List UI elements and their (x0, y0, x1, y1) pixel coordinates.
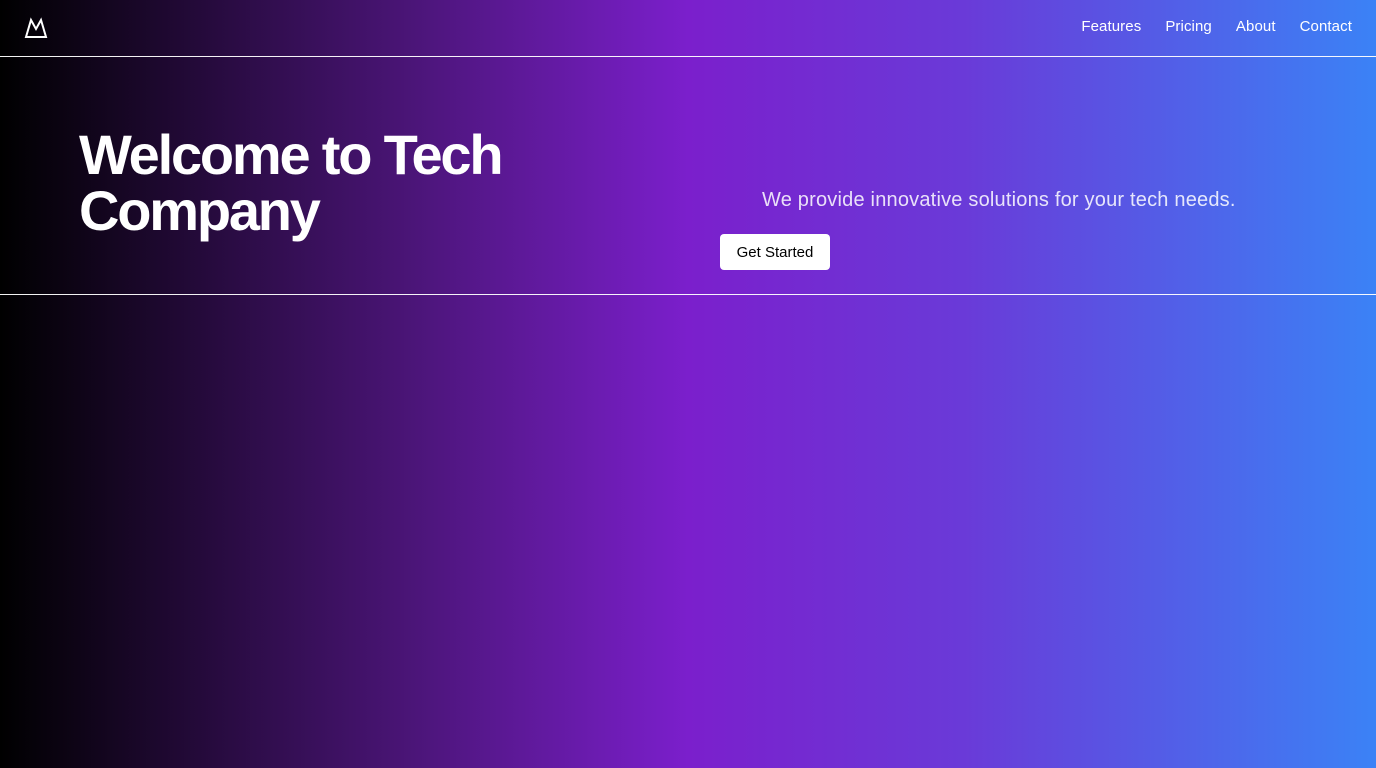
top-navbar: Features Pricing About Contact (0, 0, 1376, 57)
hero-subtitle: We provide innovative solutions for your… (762, 189, 1236, 211)
get-started-button[interactable]: Get Started (720, 234, 830, 270)
main-nav: Features Pricing About Contact (1081, 18, 1352, 35)
nav-link-features[interactable]: Features (1081, 18, 1141, 35)
nav-link-pricing[interactable]: Pricing (1165, 18, 1212, 35)
nav-link-about[interactable]: About (1236, 18, 1276, 35)
nav-link-contact[interactable]: Contact (1300, 18, 1352, 35)
mountain-logo-icon[interactable] (24, 17, 48, 39)
mountain-logo-svg (24, 17, 48, 38)
hero-title: Welcome to Tech Company (79, 123, 504, 242)
